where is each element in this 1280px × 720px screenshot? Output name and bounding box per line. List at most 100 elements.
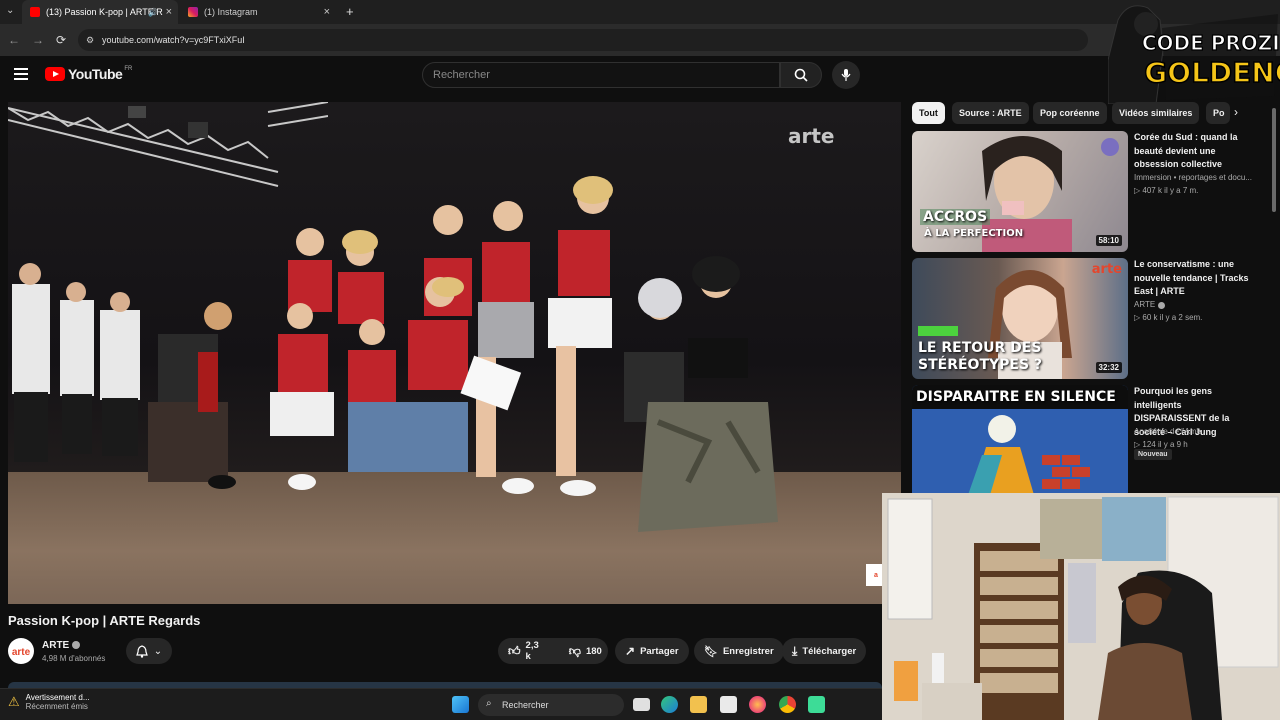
recommendation-item[interactable]: DISPARAITRE EN SILENCE Pourquoi les gens… <box>912 385 1280 495</box>
notification-bell-button[interactable]: ⌄ <box>126 638 172 664</box>
tab-list-chevron-icon[interactable]: ⌄ <box>6 5 14 16</box>
like-button[interactable]: 👍︎ 2,3 k <box>498 638 549 664</box>
share-icon: ↗ <box>625 644 636 658</box>
hamburger-menu-icon[interactable] <box>14 68 28 80</box>
windows-start-icon[interactable] <box>452 696 469 713</box>
download-button[interactable]: ⤓ Télécharger <box>782 638 867 664</box>
recommendation-meta: ▷ 60 k il y a 2 sem. <box>1134 313 1203 322</box>
video-duration: 32:32 <box>1095 362 1122 373</box>
youtube-play-icon <box>45 67 65 81</box>
verified-badge-icon <box>72 641 80 649</box>
back-arrow-icon[interactable]: ← <box>8 33 20 47</box>
thumbnail-caption-1: LE RETOUR DES <box>918 340 1042 356</box>
search-button[interactable] <box>780 62 822 88</box>
file-explorer-icon[interactable] <box>690 696 707 713</box>
youtube-logo[interactable]: YouTube FR <box>45 66 132 82</box>
edge-browser-icon[interactable] <box>661 696 678 713</box>
browser-tab-bar: ⌄ (13) Passion K-pop | ARTE R 🔊 × (1) In… <box>0 0 1280 24</box>
share-button[interactable]: ↗ Partager <box>615 638 689 664</box>
dislike-button[interactable]: 👎︎ 180 <box>559 638 612 664</box>
youtube-logo-text: YouTube <box>68 66 123 82</box>
chip-all[interactable]: Tout <box>912 102 945 124</box>
recommendation-thumbnail[interactable]: ACCROS À LA PERFECTION 58:10 <box>912 131 1128 252</box>
bookmark-icon: 🔖︎ <box>704 645 718 658</box>
recommendation-meta: ▷ 124 il y a 9 h <box>1134 440 1188 449</box>
video-player[interactable]: arte a <box>8 102 901 604</box>
new-badge: Nouveau <box>1134 449 1172 460</box>
chip-similar-videos[interactable]: Vidéos similaires <box>1112 102 1200 124</box>
youtube-header: YouTube FR Rechercher <box>0 56 1110 96</box>
store-icon[interactable] <box>720 696 737 713</box>
notification-title: Avertissement d... <box>25 693 90 702</box>
site-info-icon[interactable]: ⚙ <box>86 35 94 46</box>
bell-icon <box>135 644 148 658</box>
tracks-east-tag <box>918 326 958 336</box>
chip-more[interactable]: Po <box>1206 102 1230 124</box>
notification-widget[interactable]: ⚠ Avertissement d... Récemment émis <box>8 693 90 711</box>
save-button[interactable]: 🔖︎ Enregistrer <box>694 638 784 664</box>
share-label: Partager <box>640 645 679 657</box>
like-dislike-group: 👍︎ 2,3 k 👎︎ 180 <box>498 638 608 664</box>
chip-kpop[interactable]: Pop coréenne <box>1033 102 1107 124</box>
thumbnail-caption-1: ACCROS <box>920 209 991 225</box>
chip-source-arte[interactable]: Source : ARTE <box>952 102 1029 124</box>
url-field[interactable]: ⚙ youtube.com/watch?v=yc9FTxiXFuI <box>78 29 1088 51</box>
speaker-icon: 🔊 <box>148 7 158 17</box>
thumbnail-arte-logo: arte <box>1091 262 1122 277</box>
firefox-icon[interactable] <box>749 696 766 713</box>
windows-taskbar: ⚠ Avertissement d... Récemment émis ⌕ Re… <box>0 688 882 720</box>
scrollbar[interactable] <box>1272 108 1276 212</box>
chevron-right-icon[interactable]: › <box>1234 105 1238 119</box>
video-duration: 58:10 <box>1095 235 1122 246</box>
video-title: Passion K-pop | ARTE Regards <box>8 613 201 628</box>
recommendation-meta: ▷ 407 k il y a 7 m. <box>1134 186 1199 195</box>
chevron-down-icon: ⌄ <box>153 645 163 657</box>
recommendation-title[interactable]: Le conservatisme : une nouvelle tendance… <box>1134 258 1254 299</box>
thumbs-up-icon: 👍︎ <box>508 643 521 658</box>
taskbar-search-icon: ⌕ <box>486 698 492 709</box>
notification-subtitle: Récemment émis <box>25 702 88 711</box>
address-toolbar: ← → ⟳ ⚙ youtube.com/watch?v=yc9FTxiXFuI <box>0 24 1280 56</box>
forward-arrow-icon[interactable]: → <box>32 33 44 47</box>
tab-instagram[interactable]: (1) Instagram × <box>180 0 336 24</box>
thumbnail-caption-2: À LA PERFECTION <box>924 228 1024 239</box>
thumbnail-caption-2: STÉRÉOTYPES ? <box>918 357 1043 373</box>
recommendation-channel[interactable]: Anatomie de l'Ame <box>1134 427 1201 436</box>
recommendation-item[interactable]: arte LE RETOUR DES STÉRÉOTYPES ? 32:32 L… <box>912 258 1280 379</box>
recommendation-channel[interactable]: ARTE <box>1134 300 1155 309</box>
app-icon[interactable] <box>808 696 825 713</box>
save-label: Enregistrer <box>722 645 774 657</box>
instagram-favicon-icon <box>188 7 198 17</box>
url-text: youtube.com/watch?v=yc9FTxiXFuI <box>102 35 245 45</box>
like-count: 2,3 k <box>525 640 539 662</box>
task-view-icon[interactable] <box>633 698 650 711</box>
thumbs-down-icon: 👎︎ <box>568 643 581 658</box>
thumbnail-caption-1: DISPARAITRE EN SILENCE <box>916 389 1116 405</box>
recommendation-thumbnail[interactable]: DISPARAITRE EN SILENCE <box>912 385 1128 495</box>
close-tab-icon[interactable]: × <box>324 6 330 18</box>
search-input[interactable]: Rechercher <box>422 62 780 88</box>
channel-avatar[interactable]: arte <box>8 638 34 664</box>
recommendation-item[interactable]: ACCROS À LA PERFECTION 58:10 Corée du Su… <box>912 131 1280 252</box>
svg-text:GOLDENG: GOLDENG <box>1144 56 1280 89</box>
tab-instagram-title: (1) Instagram <box>204 7 258 17</box>
channel-name[interactable]: ARTE <box>42 640 69 651</box>
reload-icon[interactable]: ⟳ <box>56 33 66 47</box>
close-tab-icon[interactable]: × <box>166 6 172 18</box>
recommendation-channel[interactable]: Immersion • reportages et docu... <box>1134 173 1252 182</box>
search-icon <box>794 68 808 82</box>
tab-youtube-title: (13) Passion K-pop | ARTE R <box>46 7 163 17</box>
svg-text:arte: arte <box>12 647 31 658</box>
voice-search-button[interactable] <box>832 61 860 89</box>
recommendation-title[interactable]: Corée du Sud : quand la beauté devient u… <box>1134 131 1254 172</box>
taskbar-search-input[interactable]: ⌕ Rechercher <box>478 694 624 716</box>
filter-chips: Tout Source : ARTE Pop coréenne Vidéos s… <box>912 102 1252 124</box>
tab-youtube[interactable]: (13) Passion K-pop | ARTE R 🔊 × <box>22 0 178 24</box>
recommendation-thumbnail[interactable]: arte LE RETOUR DES STÉRÉOTYPES ? 32:32 <box>912 258 1128 379</box>
new-tab-icon[interactable]: + <box>346 4 354 19</box>
warning-icon: ⚠ <box>8 694 20 709</box>
webcam-scene <box>882 493 1280 720</box>
region-code: FR <box>124 66 133 72</box>
chrome-icon[interactable] <box>779 696 796 713</box>
webcam-overlay <box>882 493 1280 720</box>
